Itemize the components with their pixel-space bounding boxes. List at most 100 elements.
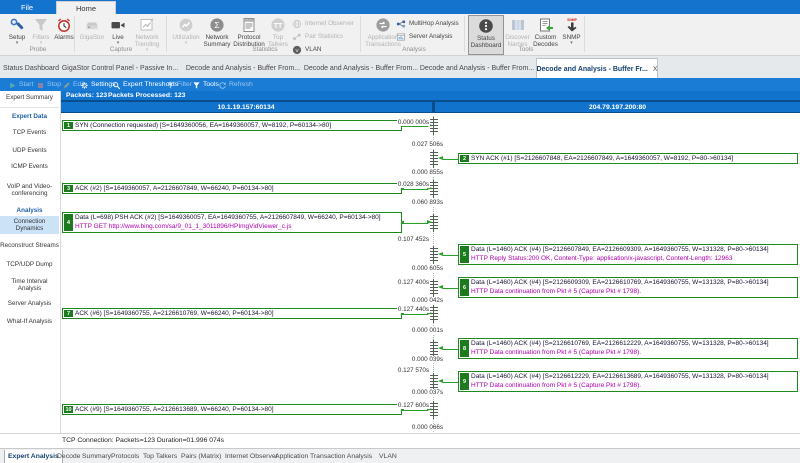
discover-names-button: Discover Names (504, 15, 531, 53)
snmp-button[interactable]: SNMPSNMP▾ (560, 15, 583, 53)
sidebar-item-udp-events[interactable]: UDP Events (0, 145, 59, 156)
packet-row-2[interactable]: 2SYN ACK (#1) [S=2126607848, EA=21266078… (458, 153, 798, 164)
refresh-button: Refresh (218, 78, 253, 91)
sidebar-item-reconstruct-streams[interactable]: Reconstruct Streams (0, 237, 59, 255)
setup-icon (9, 16, 25, 33)
packet-row-4[interactable]: 4Data (L=698) PSH ACK (#2) [S=1649360057… (62, 212, 402, 233)
packet-row-10[interactable]: 10ACK (#9) [S=1649360755, A=2126613689, … (62, 404, 402, 415)
sidebar-item-server-analysis[interactable]: Server Analysis (0, 295, 59, 313)
packet-http-text: HTTP Reply Status:200 OK, Content-Type: … (471, 254, 797, 263)
bottom-tab-top-talkers[interactable]: Top Talkers (140, 450, 180, 463)
settings-button[interactable]: Settings (80, 78, 116, 91)
svg-text:TT: TT (274, 22, 283, 29)
ribbon-item-label: Custom Decodes (532, 34, 559, 48)
toolbar-item-label: Stop (47, 81, 61, 88)
packet-row-8[interactable]: 8Data (L=1460) ACK (#4) [S=2126610769, E… (458, 338, 798, 359)
gear-icon (80, 81, 89, 90)
sidebar-item-tcp-udp-dump[interactable]: TCP/UDP Dump (0, 256, 59, 274)
packet-connector-line (443, 382, 458, 383)
tab-label: Decode and Analysis - Buffer From... (186, 65, 300, 72)
packet-number-badge: 3 (64, 185, 73, 192)
protocol-distribution-button[interactable]: PROTOProtocol Distribution (234, 15, 264, 53)
tab-gigastor-control-panel-passive-in[interactable]: GigaStor Control Panel - Passive In... (62, 58, 178, 78)
packet-row-1[interactable]: 1SYN (Connection requested) [S=164936005… (62, 120, 402, 131)
tab-decode-and-analysis-buffer-fr[interactable]: Decode and Analysis - Buffer Fr... X (536, 58, 658, 79)
packet-row-7[interactable]: 7ACK (#6) [S=1649360755, A=2126610769, W… (62, 308, 402, 319)
status-dashboard-button[interactable]: Status Dashboard (468, 15, 504, 55)
file-menu-tab[interactable]: File (4, 0, 50, 14)
sidebar-item-icmp-events[interactable]: ICMP Events (0, 161, 59, 172)
packet-summary-text: SYN ACK (#1) [S=2126607848, EA=212660784… (471, 154, 797, 163)
sidebar-item-voip-and-video-conferencing[interactable]: VoIP and Video-conferencing (0, 181, 59, 199)
server-endpoint-header: 204.79.197.200:80 (435, 102, 800, 112)
tab-decode-and-analysis-buffer-from[interactable]: Decode and Analysis - Buffer From... (420, 58, 534, 78)
packet-connector-line (443, 255, 458, 256)
expert-toolbar: StartStopEditSettingsExpert ThresholdsFi… (0, 78, 800, 91)
packet-row-6[interactable]: 6Data (L=1460) ACK (#4) [S=2126609309, E… (458, 277, 798, 298)
sidebar-item-expert-summary[interactable]: Expert Summary (0, 90, 59, 105)
magnifier-icon (112, 81, 121, 90)
tab-label: Decode and Analysis - Buffer Fr... (536, 66, 647, 73)
svg-text:SNMP: SNMP (567, 18, 578, 22)
packets-processed-count: Packets Processed: 123 (108, 91, 185, 100)
dropdown-caret-icon: ▾ (16, 41, 19, 46)
live-button[interactable]: Live▾ (108, 15, 128, 53)
tools-button[interactable]: Tools (192, 78, 219, 91)
ribbon-item-label: Top Talkers (266, 34, 290, 48)
funnel-icon (33, 16, 49, 33)
custom-decodes-button[interactable]: Custom Decodes (532, 15, 559, 53)
sidebar-label: TCP Events (13, 129, 46, 137)
dropdown-caret-icon: ▾ (570, 41, 573, 46)
toolbar-item-label: Filter (177, 81, 192, 88)
ribbon-item-label: Pair Statistics (305, 33, 343, 40)
ribbon: ProbeSetup▾Filters▾AlarmsCaptureGigaStor… (0, 14, 800, 56)
packets-infobar: Packets: 123 Packets Processed: 123 (60, 91, 800, 101)
packet-number-badge: 9 (460, 373, 469, 390)
vlan-button[interactable]: VVLAN (292, 43, 321, 55)
tab-decode-and-analysis-buffer-from[interactable]: Decode and Analysis - Buffer From... (303, 58, 419, 78)
filters-button: Filters▾ (30, 15, 52, 53)
sidebar-item-tcp-events[interactable]: TCP Events (0, 127, 59, 138)
packet-row-5[interactable]: 5Data (L=1460) ACK (#4) [S=2126607849, E… (458, 244, 798, 265)
sidebar-label: Time Interval Analysis (0, 278, 59, 293)
home-ribbon-tab[interactable]: Home (56, 1, 116, 15)
sidebar-item-connection-dynamics[interactable]: Connection Dynamics (0, 216, 59, 234)
packet-http-text: HTTP Data continuation from Pkt # 5 (Cap… (471, 381, 797, 390)
network-trending-button: Network Trending▾ (130, 15, 164, 53)
svg-text:Σ: Σ (214, 20, 219, 30)
ladder-tick-marks (430, 342, 438, 356)
tab-decode-and-analysis-buffer-from[interactable]: Decode and Analysis - Buffer From... (184, 58, 302, 78)
sidebar-label: Server Analysis (8, 300, 51, 308)
packet-row-3[interactable]: 3ACK (#2) [S=1649360057, A=2126607849, W… (62, 183, 402, 194)
sidebar-item-time-interval-analysis[interactable]: Time Interval Analysis (0, 276, 59, 294)
sidebar-header-analysis: Analysis (0, 206, 59, 216)
close-tab-icon[interactable]: X (653, 66, 658, 73)
sidebar-item-what-if-analysis[interactable]: What-If Analysis (0, 313, 59, 331)
multihop-analysis-button[interactable]: MultiHop Analysis (396, 17, 459, 29)
server-analysis-button[interactable]: Server Analysis (396, 30, 452, 42)
dropdown-caret-icon: ▾ (146, 48, 149, 53)
bottom-tab-vlan[interactable]: VLAN (376, 450, 400, 463)
bottom-tab-label: Internet Observer (225, 453, 278, 460)
ladder-tick-marks (430, 248, 438, 262)
packet-number-badge: 4 (64, 214, 73, 231)
packet-summary-text: Data (L=1460) ACK (#4) [S=2126612229, EA… (471, 372, 797, 381)
bottom-tab-application-transaction-analysis[interactable]: Application Transaction Analysis (272, 450, 375, 463)
gap-time-label: 0.000 039s (411, 356, 444, 363)
alarms-button[interactable]: Alarms (52, 15, 76, 53)
filter-button: Filter (166, 78, 192, 91)
packet-summary-text: SYN (Connection requested) [S=1649360056… (75, 121, 401, 130)
setup-button[interactable]: Setup▾ (4, 15, 30, 53)
tab-status-dashboard[interactable]: Status Dashboard (2, 58, 60, 78)
ladder-tick-marks (430, 152, 438, 166)
gigastor-icon (84, 16, 100, 33)
packet-summary-text: Data (L=1460) ACK (#4) [S=2126609309, EA… (471, 278, 797, 287)
bottom-tab-protocols[interactable]: Protocols (108, 450, 142, 463)
packet-connector-line (403, 410, 428, 411)
network-summary-button[interactable]: ΣNetwork Summary (202, 15, 232, 53)
bottom-tab-pairs-matrix[interactable]: Pairs (Matrix) (178, 450, 224, 463)
ribbon-item-label: Internet Observer (305, 20, 354, 27)
packet-row-9[interactable]: 9Data (L=1460) ACK (#4) [S=2126612229, E… (458, 371, 798, 392)
bottom-tab-label: Expert Analysis (8, 453, 59, 460)
snmp-icon: SNMP (564, 16, 580, 33)
